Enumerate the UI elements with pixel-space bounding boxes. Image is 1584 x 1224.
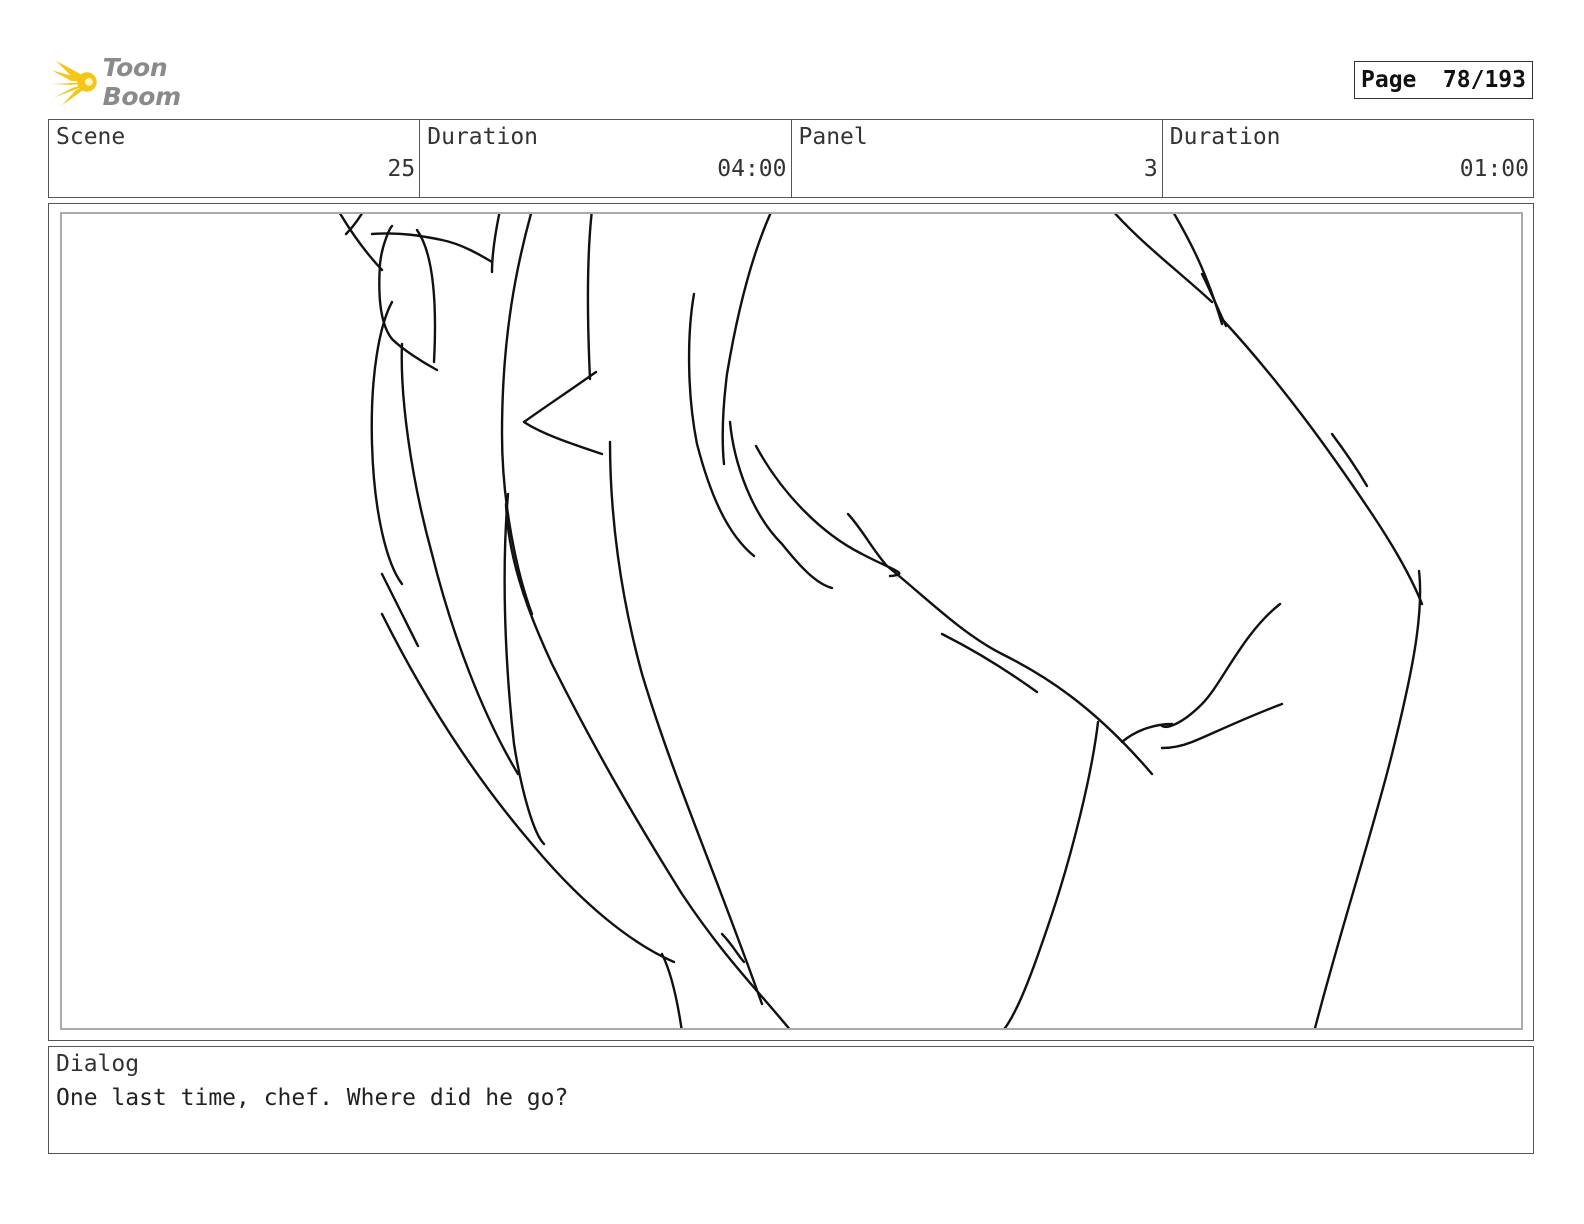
page-counter: Page 78/193 (1354, 61, 1533, 99)
scene-label: Scene (56, 124, 126, 150)
dialog-label: Dialog (56, 1051, 140, 1077)
scene-duration-label: Duration (427, 124, 539, 150)
toon-boom-burst-icon (51, 60, 97, 106)
panel-label: Panel (798, 124, 868, 150)
scene-value: 25 (387, 156, 416, 182)
scene-duration-cell: Duration 04:00 (420, 120, 792, 197)
panel-duration-value: 01:00 (1459, 156, 1529, 182)
panel-duration-label: Duration (1169, 124, 1281, 150)
scene-cell: Scene 25 (49, 120, 421, 197)
page-value: 78/193 (1442, 67, 1526, 93)
logo-text: Toon Boom (102, 53, 182, 111)
panel-cell: Panel 3 (792, 120, 1163, 197)
storyboard-panel-frame (48, 203, 1534, 1041)
storyboard-sketch (338, 214, 1424, 1028)
panel-value: 3 (1143, 156, 1158, 182)
panel-duration-cell: Duration 01:00 (1163, 120, 1533, 197)
storyboard-drawing-area (60, 212, 1523, 1030)
page-label: Page (1361, 67, 1417, 93)
scene-duration-value: 04:00 (717, 156, 787, 182)
dialog-text: One last time, chef. Where did he go? (56, 1085, 569, 1111)
dialog-box: Dialog One last time, chef. Where did he… (48, 1046, 1534, 1154)
panel-info-row: Scene 25 Duration 04:00 Panel 3 Duration… (48, 119, 1534, 198)
toon-boom-logo: Toon Boom (50, 53, 250, 111)
